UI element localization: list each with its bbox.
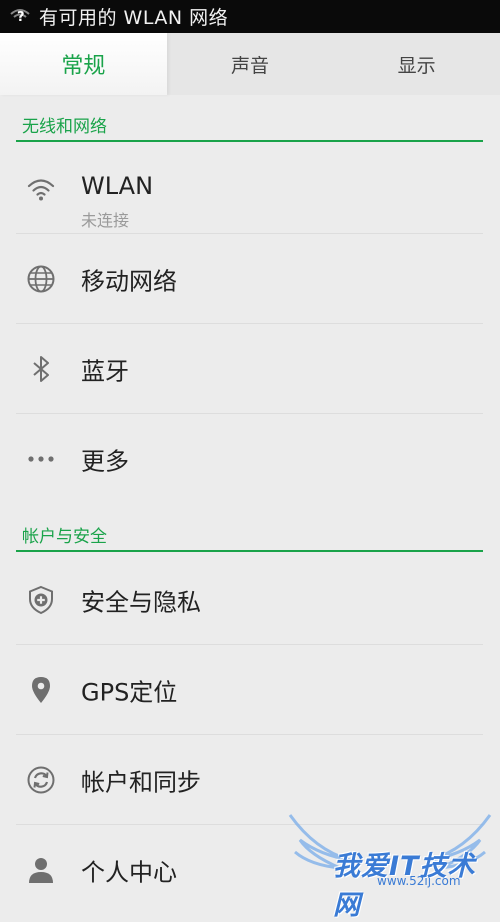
tab-sound[interactable]: 声音 bbox=[167, 33, 334, 95]
settings-item-wlan[interactable]: WLAN 未连接 bbox=[16, 144, 483, 234]
status-bar: ? 有可用的 WLAN 网络 bbox=[0, 0, 500, 33]
wifi-icon bbox=[26, 174, 56, 204]
location-pin-icon bbox=[26, 675, 56, 705]
settings-item-gps[interactable]: GPS定位 bbox=[16, 645, 483, 735]
section-header-wireless: 无线和网络 bbox=[16, 108, 483, 142]
tab-sound-label: 声音 bbox=[231, 54, 270, 77]
settings-item-more[interactable]: 更多 bbox=[16, 414, 483, 504]
account-sync-label: 帐户和同步 bbox=[81, 768, 201, 796]
more-dots-icon bbox=[26, 444, 56, 474]
shield-icon bbox=[26, 585, 56, 615]
sync-icon bbox=[26, 765, 56, 795]
mobile-network-label: 移动网络 bbox=[81, 267, 177, 295]
watermark-url: www.52ij.com bbox=[377, 874, 461, 888]
section-title-wireless: 无线和网络 bbox=[22, 116, 107, 137]
section-header-account-security: 帐户与安全 bbox=[16, 518, 483, 552]
status-notification-text: 有可用的 WLAN 网络 bbox=[39, 7, 229, 29]
section-title-account-security: 帐户与安全 bbox=[22, 526, 107, 547]
personal-center-label: 个人中心 bbox=[81, 858, 177, 887]
tab-general[interactable]: 常规 bbox=[0, 33, 167, 95]
person-icon bbox=[26, 855, 56, 885]
wlan-status: 未连接 bbox=[81, 211, 130, 230]
bluetooth-label: 蓝牙 bbox=[81, 357, 129, 385]
globe-icon bbox=[26, 264, 56, 294]
settings-item-bluetooth[interactable]: 蓝牙 bbox=[16, 324, 483, 414]
tab-display[interactable]: 显示 bbox=[333, 33, 500, 95]
wlan-label: WLAN bbox=[81, 172, 154, 200]
gps-label: GPS定位 bbox=[81, 678, 178, 706]
watermark: 我爱IT技术网 www.52ij.com bbox=[285, 810, 495, 921]
tab-general-label: 常规 bbox=[61, 54, 106, 79]
security-privacy-label: 安全与隐私 bbox=[81, 588, 201, 616]
more-label: 更多 bbox=[81, 447, 129, 476]
wifi-status-icon: ? bbox=[10, 7, 30, 27]
settings-tabs: 常规 声音 显示 bbox=[0, 33, 500, 95]
settings-item-security-privacy[interactable]: 安全与隐私 bbox=[16, 555, 483, 645]
tab-display-label: 显示 bbox=[397, 54, 436, 77]
settings-item-mobile-network[interactable]: 移动网络 bbox=[16, 234, 483, 324]
wifi-unknown-symbol: ? bbox=[17, 9, 25, 25]
bluetooth-icon bbox=[26, 354, 56, 384]
